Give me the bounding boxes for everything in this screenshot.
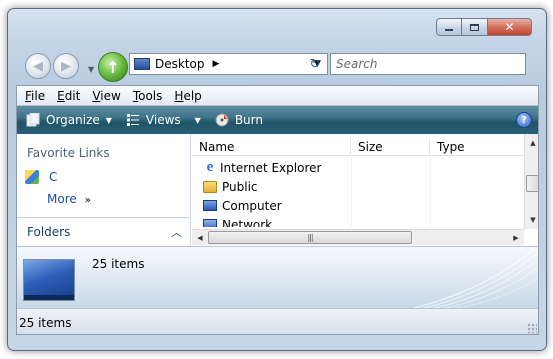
- more-links-button[interactable]: More »: [47, 192, 91, 206]
- menu-help[interactable]: Help: [174, 89, 201, 103]
- vertical-scroll-thumb[interactable]: [526, 175, 538, 192]
- file-list: Name Size Type e Internet Explorer Publi…: [192, 134, 538, 246]
- network-icon-wrap: [202, 217, 218, 227]
- burn-button[interactable]: Burn: [215, 113, 263, 127]
- organize-button[interactable]: Organize ▼: [26, 113, 112, 127]
- scroll-grip-icon: |||: [307, 233, 313, 242]
- command-bar: Organize ▼ Views ▼ Burn ?: [17, 106, 538, 134]
- file-rows: e Internet Explorer Public Computer Netw…: [192, 158, 524, 227]
- close-icon: ✕: [504, 20, 515, 34]
- favorite-link-label: C: [49, 170, 58, 184]
- scroll-down-icon[interactable]: ▼: [525, 213, 538, 227]
- scroll-up-icon[interactable]: ▲: [525, 136, 538, 150]
- views-label: Views: [145, 113, 181, 127]
- up-button[interactable]: ↑: [98, 52, 128, 82]
- navigation-pane: Favorite Links C More » Folders ︿: [17, 134, 191, 246]
- folders-toggle[interactable]: Folders ︿: [17, 217, 190, 246]
- maximize-button[interactable]: [462, 18, 488, 36]
- decorative-swoosh: [411, 248, 538, 308]
- organize-dropdown-icon: ▼: [105, 115, 112, 125]
- status-bar: 25 items: [17, 308, 538, 334]
- column-divider: [351, 158, 352, 227]
- help-icon[interactable]: ?: [516, 112, 532, 128]
- computer-icon-wrap: [202, 198, 218, 214]
- close-button[interactable]: ✕: [488, 18, 532, 36]
- list-item[interactable]: Computer: [192, 196, 524, 215]
- details-pane: 25 items: [17, 246, 538, 308]
- chevron-up-icon: ︿: [171, 226, 182, 239]
- menu-view[interactable]: View: [92, 89, 120, 103]
- address-location[interactable]: Desktop: [155, 57, 205, 71]
- folder-icon: [203, 180, 217, 193]
- maximize-icon: [470, 23, 479, 31]
- forward-arrow-icon: ▶: [61, 58, 71, 74]
- item-name: Computer: [222, 198, 282, 213]
- organize-label: Organize: [46, 113, 100, 127]
- views-button[interactable]: Views ▼: [126, 113, 201, 127]
- burn-icon: [215, 113, 229, 127]
- explorer-content: File Edit View Tools Help Organize ▼ Vie…: [16, 85, 539, 335]
- double-chevron-icon: »: [84, 195, 91, 206]
- desktop-thumbnail: [23, 259, 75, 301]
- computer-icon: [203, 200, 217, 211]
- menu-tools[interactable]: Tools: [133, 89, 163, 103]
- more-links-label: More: [47, 192, 77, 206]
- refresh-button[interactable]: ↻: [300, 53, 330, 75]
- favorite-links-heading: Favorite Links: [27, 146, 110, 160]
- horizontal-scrollbar[interactable]: ◀ ||| ▶: [192, 229, 524, 245]
- taskbar-preview: [24, 295, 74, 300]
- status-item-count: 25 items: [19, 315, 72, 330]
- back-arrow-icon: ◀: [33, 58, 43, 74]
- list-item[interactable]: Public: [192, 177, 524, 196]
- column-header-size[interactable]: Size: [351, 138, 430, 156]
- network-icon: [203, 219, 217, 227]
- refresh-icon: ↻: [309, 56, 321, 72]
- column-header-name[interactable]: Name: [192, 138, 351, 156]
- caption-buttons: ✕: [436, 18, 532, 36]
- list-item[interactable]: Network: [192, 215, 524, 227]
- menu-bar: File Edit View Tools Help: [17, 86, 538, 106]
- back-button[interactable]: ◀: [25, 53, 51, 79]
- minimize-icon: [445, 29, 453, 31]
- horizontal-scroll-thumb[interactable]: |||: [208, 231, 412, 244]
- views-icon: [126, 113, 140, 127]
- item-name: Network: [222, 217, 273, 228]
- details-item-count: 25 items: [92, 257, 145, 271]
- scroll-right-icon[interactable]: ▶: [509, 230, 523, 246]
- column-headers: Name Size Type: [192, 138, 524, 156]
- views-dropdown-icon[interactable]: ▼: [195, 116, 201, 125]
- explorer-window: ✕ ◀ ▶ ▼ ↑ Desktop ▶ ▼ ↻ Search File Edit…: [7, 8, 547, 351]
- up-arrow-icon: ↑: [106, 57, 120, 77]
- address-bar[interactable]: Desktop ▶ ▼: [129, 53, 328, 75]
- column-divider: [430, 158, 431, 227]
- recent-pages-dropdown[interactable]: ▼: [88, 65, 94, 74]
- favorite-link-c[interactable]: C: [25, 170, 57, 184]
- column-header-type[interactable]: Type: [430, 138, 524, 156]
- folders-label: Folders: [27, 225, 71, 239]
- desktop-icon: [134, 58, 150, 70]
- list-item[interactable]: e Internet Explorer: [192, 158, 524, 177]
- resize-grip-icon[interactable]: [527, 323, 537, 333]
- vertical-scrollbar[interactable]: ▲ ▼: [524, 134, 538, 229]
- organize-icon: [26, 113, 40, 127]
- minimize-button[interactable]: [436, 18, 462, 36]
- item-name: Internet Explorer: [220, 160, 322, 175]
- breadcrumb-arrow-icon[interactable]: ▶: [213, 59, 220, 69]
- burn-label: Burn: [234, 113, 263, 127]
- item-name: Public: [222, 179, 258, 194]
- menu-file[interactable]: File: [25, 89, 45, 103]
- favorite-link-icon: [25, 170, 39, 184]
- scroll-left-icon[interactable]: ◀: [193, 230, 207, 246]
- internet-explorer-icon: e: [206, 159, 214, 175]
- folder-icon-wrap: [202, 179, 218, 195]
- search-input[interactable]: Search: [330, 53, 526, 75]
- menu-edit[interactable]: Edit: [57, 89, 80, 103]
- forward-button[interactable]: ▶: [53, 53, 79, 79]
